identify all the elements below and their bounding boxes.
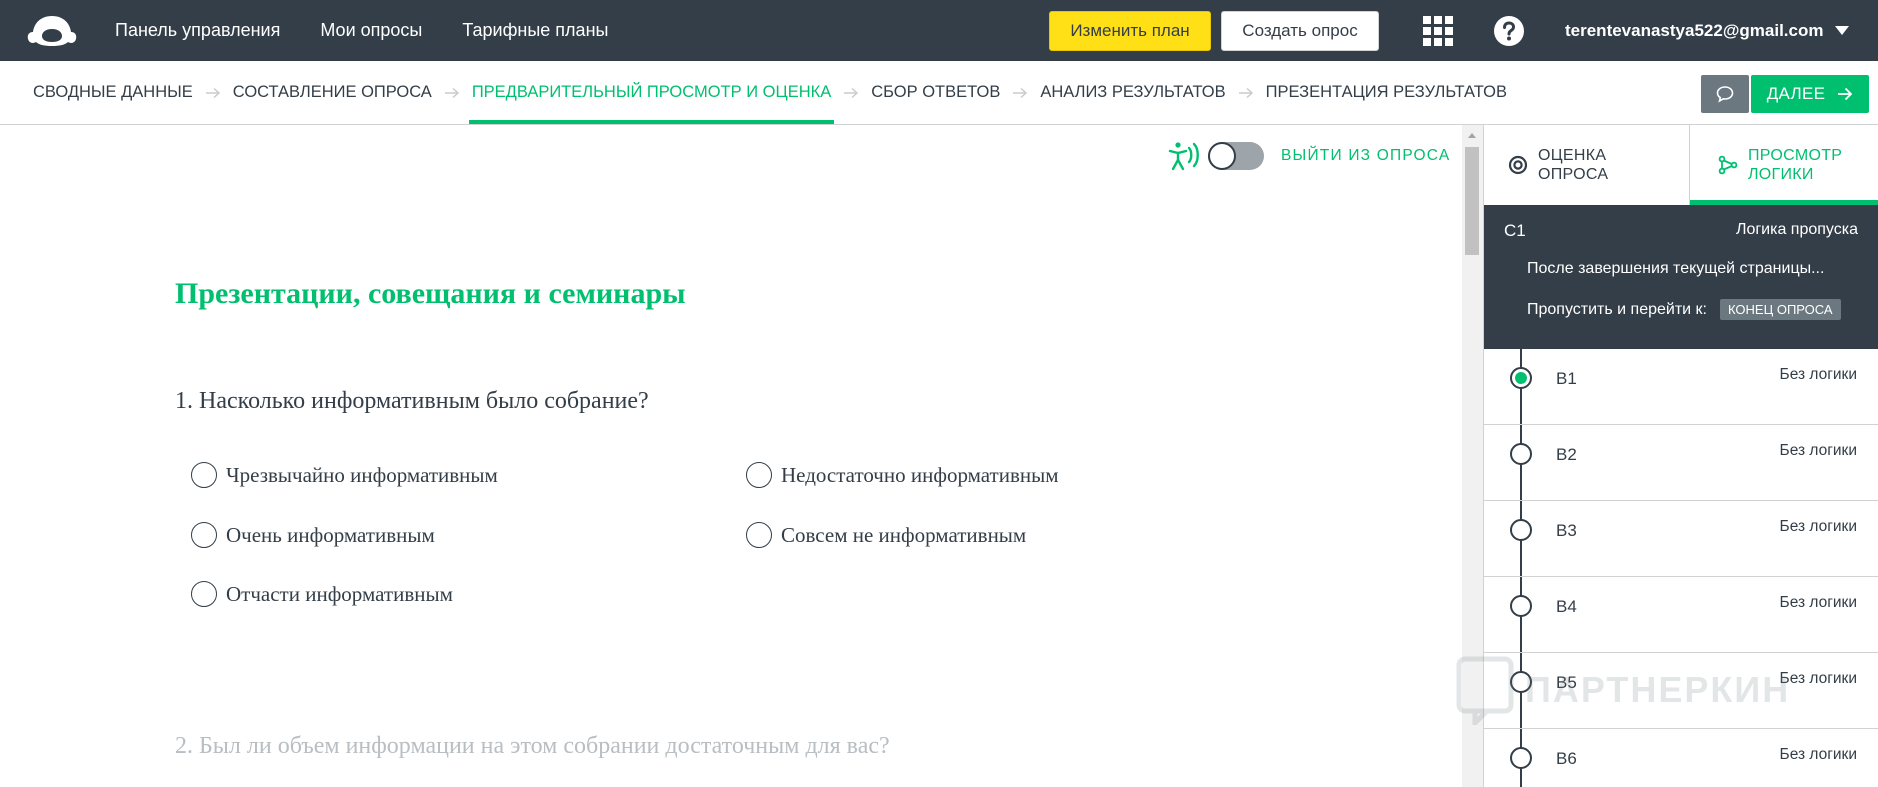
question-number: В3	[1556, 521, 1577, 540]
tab-logic-view[interactable]: ПРОСМОТР ЛОГИКИ	[1689, 125, 1878, 205]
tab-label: ПРОСМОТР ЛОГИКИ	[1748, 147, 1843, 183]
step-6[interactable]: ПРЕЗЕНТАЦИЯ РЕЗУЛЬТАТОВ	[1266, 61, 1507, 124]
skip-target-badge: КОНЕЦ ОПРОСА	[1720, 299, 1841, 320]
account-menu[interactable]: terentevanastya522@gmail.com	[1565, 0, 1850, 61]
radio-button[interactable]	[191, 581, 217, 607]
skip-text: Пропустить и перейти к:	[1527, 300, 1707, 318]
step-5[interactable]: АНАЛИЗ РЕЗУЛЬТАТОВ	[1040, 61, 1225, 124]
option-label: Отчасти информативным	[226, 581, 453, 606]
timeline-node-icon	[1510, 747, 1532, 769]
accessibility-icon	[1168, 142, 1199, 171]
gauge-icon	[1508, 155, 1528, 175]
panel-tabs: ОЦЕНКА ОПРОСА ПРОСМОТР ЛОГИКИ	[1484, 125, 1878, 205]
q1-option-1[interactable]: Чрезвычайно информативным	[191, 462, 498, 488]
watermark: ПАРТНЕРКИН	[1455, 655, 1790, 725]
branch-icon	[1718, 155, 1738, 175]
radio-button[interactable]	[746, 462, 772, 488]
apps-grid-icon[interactable]	[1422, 15, 1454, 47]
question-logic-status: Без логики	[1779, 670, 1857, 687]
page-title: Презентации, совещания и семинары	[175, 277, 686, 310]
page-label: С1	[1504, 221, 1526, 240]
option-label: Чрезвычайно информативным	[226, 462, 498, 487]
step-arrow-icon	[432, 86, 472, 100]
nav-my-surveys[interactable]: Мои опросы	[320, 20, 422, 41]
page-logic-box[interactable]: С1 Логика пропуска После завершения теку…	[1484, 205, 1878, 349]
q1-option-2[interactable]: Недостаточно информативным	[746, 462, 1059, 488]
option-label: Совсем не информативным	[781, 522, 1027, 547]
question-number: В6	[1556, 749, 1577, 768]
top-bar: Панель управления Мои опросы Тарифные пл…	[0, 0, 1878, 61]
accessibility-toggle[interactable]	[1208, 142, 1264, 170]
toggle-knob	[1208, 142, 1236, 170]
question-logic-status: Без логики	[1779, 366, 1857, 383]
question-1-title: 1. Насколько информативным было собрание…	[175, 388, 649, 414]
option-label: Недостаточно информативным	[781, 462, 1059, 487]
tab-survey-score[interactable]: ОЦЕНКА ОПРОСА	[1484, 125, 1689, 205]
tab-label: ОЦЕНКА ОПРОСА	[1538, 147, 1609, 183]
nav-plans[interactable]: Тарифные планы	[462, 20, 608, 41]
accessibility-row: ВЫЙТИ ИЗ ОПРОСА	[1166, 139, 1450, 173]
q1-option-5[interactable]: Отчасти информативным	[191, 581, 453, 607]
top-nav: Панель управления Мои опросы Тарифные пл…	[115, 0, 648, 61]
question-logic-item[interactable]: В6 Без логики	[1484, 729, 1878, 787]
next-button[interactable]: ДАЛЕЕ	[1751, 75, 1869, 113]
question-logic-status: Без логики	[1779, 518, 1857, 535]
chevron-down-icon	[1835, 25, 1850, 35]
timeline-node-icon	[1510, 519, 1532, 541]
watermark-logo-icon	[1456, 656, 1514, 725]
comment-button[interactable]	[1701, 75, 1749, 113]
question-number: В1	[1556, 369, 1577, 388]
question-logic-item[interactable]: В2 Без логики	[1484, 425, 1878, 501]
question-logic-status: Без логики	[1779, 442, 1857, 459]
question-logic-item[interactable]: В1 Без логики	[1484, 349, 1878, 425]
step-arrow-icon	[831, 86, 871, 100]
logic-condition: После завершения текущей страницы...	[1527, 260, 1825, 277]
create-survey-button[interactable]: Создать опрос	[1221, 11, 1379, 51]
option-label: Очень информативным	[226, 522, 435, 547]
step-3[interactable]: ПРЕДВАРИТЕЛЬНЫЙ ПРОСМОТР И ОЦЕНКА	[468, 61, 835, 124]
arrow-right-icon	[1838, 87, 1853, 101]
account-email: terentevanastya522@gmail.com	[1565, 20, 1824, 40]
radio-button[interactable]	[191, 522, 217, 548]
question-number: В2	[1556, 445, 1577, 464]
question-logic-status: Без логики	[1779, 594, 1857, 611]
timeline-node-icon	[1510, 443, 1532, 465]
step-arrow-icon	[1226, 86, 1266, 100]
q1-option-3[interactable]: Очень информативным	[191, 522, 435, 548]
step-arrow-icon	[1000, 86, 1040, 100]
scroll-up-arrow-icon[interactable]	[1468, 133, 1476, 138]
step-1[interactable]: СВОДНЫЕ ДАННЫЕ	[33, 61, 193, 124]
step-arrow-icon	[193, 86, 233, 100]
nav-dashboard[interactable]: Панель управления	[115, 20, 280, 41]
question-number: В4	[1556, 597, 1577, 616]
radio-button[interactable]	[746, 522, 772, 548]
q1-option-4[interactable]: Совсем не информативным	[746, 522, 1026, 548]
next-label: ДАЛЕЕ	[1766, 84, 1826, 103]
question-logic-item[interactable]: В3 Без логики	[1484, 501, 1878, 577]
question-logic-status: Без логики	[1779, 746, 1857, 763]
logic-action: Пропустить и перейти к: КОНЕЦ ОПРОСА	[1527, 299, 1841, 320]
step-list: СВОДНЫЕ ДАННЫЕ СОСТАВЛЕНИЕ ОПРОСА ПРЕДВАРИ…	[33, 61, 1507, 124]
help-icon[interactable]	[1493, 15, 1525, 47]
step-nav: СВОДНЫЕ ДАННЫЕ СОСТАВЛЕНИЕ ОПРОСА ПРЕДВАРИ…	[0, 61, 1878, 125]
watermark-text: ПАРТНЕРКИН	[1525, 669, 1791, 710]
logic-type: Логика пропуска	[1735, 221, 1858, 238]
comment-icon	[1716, 86, 1734, 103]
timeline-node-icon	[1510, 595, 1532, 617]
scrollbar-thumb[interactable]	[1465, 147, 1479, 255]
step-2[interactable]: СОСТАВЛЕНИЕ ОПРОСА	[233, 61, 432, 124]
step-4[interactable]: СБОР ОТВЕТОВ	[871, 61, 1000, 124]
question-2-title: 2. Был ли объем информации на этом собра…	[175, 733, 890, 759]
radio-button[interactable]	[191, 462, 217, 488]
exit-survey-link[interactable]: ВЫЙТИ ИЗ ОПРОСА	[1281, 147, 1450, 165]
surveymonkey-logo-icon[interactable]	[26, 12, 78, 48]
question-logic-item[interactable]: В4 Без логики	[1484, 577, 1878, 653]
survey-preview: ВЫЙТИ ИЗ ОПРОСА Презентации, совещания и…	[0, 125, 1462, 787]
timeline-node-icon	[1510, 367, 1532, 389]
upgrade-plan-button[interactable]: Изменить план	[1049, 11, 1211, 51]
